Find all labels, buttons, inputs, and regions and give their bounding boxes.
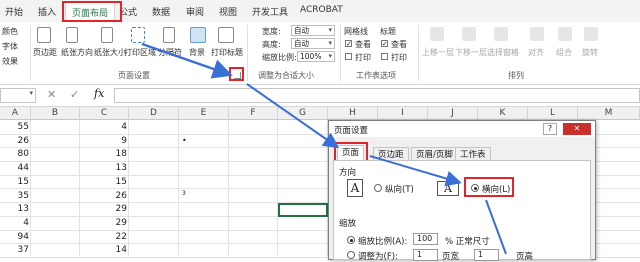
arrow-to-launcher [141,42,233,79]
arrow-to-dialog [246,83,340,149]
arrow-tail [485,199,507,255]
annotation-arrows [141,42,507,255]
arrow-to-landscape [369,155,462,187]
